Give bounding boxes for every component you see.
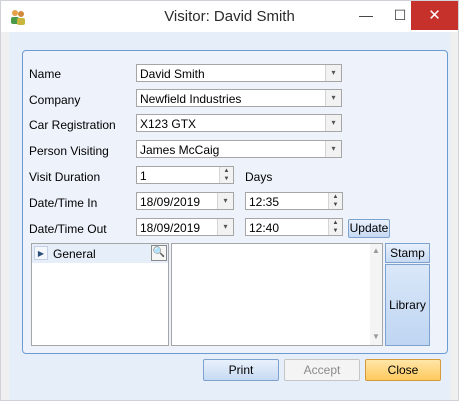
print-button[interactable]: Print — [203, 359, 279, 381]
car-registration-dropdown-icon[interactable]: ▾ — [325, 115, 341, 131]
spin-up-icon[interactable]: ▲ — [329, 219, 342, 227]
visit-duration-unit: Days — [245, 170, 273, 184]
library-button[interactable]: Library — [385, 264, 430, 346]
person-visiting-value: James McCaig — [140, 143, 220, 157]
date-in-picker[interactable]: 18/09/2019 ▾ — [136, 192, 234, 210]
name-field[interactable]: David Smith ▾ — [136, 64, 342, 82]
company-label: Company — [29, 93, 81, 107]
person-visiting-dropdown-icon[interactable]: ▾ — [325, 141, 341, 157]
company-field[interactable]: Newfield Industries ▾ — [136, 89, 342, 107]
spin-up-icon[interactable]: ▲ — [220, 167, 233, 175]
name-dropdown-icon[interactable]: ▾ — [325, 65, 341, 81]
name-value: David Smith — [140, 67, 205, 81]
time-out-stepper[interactable]: 12:40 ▲ ▼ — [245, 218, 343, 236]
datetime-out-label: Date/Time Out — [29, 222, 107, 236]
spin-down-icon[interactable]: ▼ — [220, 175, 233, 183]
company-dropdown-icon[interactable]: ▾ — [325, 90, 341, 106]
title-bar: Visitor: David Smith — ☐ ✕ — [1, 1, 458, 32]
notes-area[interactable]: ▲ ▼ — [171, 243, 383, 346]
name-label: Name — [29, 67, 62, 81]
time-out-value: 12:40 — [249, 221, 280, 235]
time-out-arrows[interactable]: ▲ ▼ — [328, 219, 342, 235]
visit-duration-value: 1 — [140, 169, 147, 183]
close-button[interactable]: Close — [365, 359, 441, 381]
time-in-stepper[interactable]: 12:35 ▲ ▼ — [245, 192, 343, 210]
car-registration-value: X123 GTX — [140, 117, 197, 131]
person-visiting-field[interactable]: James McCaig ▾ — [136, 140, 342, 158]
date-in-dropdown-icon[interactable]: ▾ — [217, 193, 233, 209]
date-out-dropdown-icon[interactable]: ▾ — [217, 219, 233, 235]
spin-down-icon[interactable]: ▼ — [329, 201, 342, 209]
date-out-picker[interactable]: 18/09/2019 ▾ — [136, 218, 234, 236]
person-visiting-label: Person Visiting — [29, 144, 109, 158]
visitor-window: Visitor: David Smith — ☐ ✕ Name David Sm… — [0, 0, 459, 401]
company-value: Newfield Industries — [140, 92, 242, 106]
property-tree-panel[interactable]: ▶ General 🔍 — [31, 243, 169, 346]
spin-up-icon[interactable]: ▲ — [329, 193, 342, 201]
tree-header-label: General — [53, 247, 96, 261]
close-window-button[interactable]: ✕ — [411, 1, 458, 30]
accept-button[interactable]: Accept — [284, 359, 360, 381]
scroll-up-icon[interactable]: ▲ — [370, 246, 382, 255]
datetime-in-label: Date/Time In — [29, 196, 98, 210]
date-in-value: 18/09/2019 — [140, 195, 201, 209]
car-registration-label: Car Registration — [29, 118, 116, 132]
stamp-button[interactable]: Stamp — [385, 243, 430, 263]
visit-duration-arrows[interactable]: ▲ ▼ — [219, 167, 233, 183]
time-in-arrows[interactable]: ▲ ▼ — [328, 193, 342, 209]
date-out-value: 18/09/2019 — [140, 221, 201, 235]
visit-duration-label: Visit Duration — [29, 170, 101, 184]
spin-down-icon[interactable]: ▼ — [329, 227, 342, 235]
expand-arrow-icon[interactable]: ▶ — [34, 246, 48, 260]
scroll-down-icon[interactable]: ▼ — [370, 332, 382, 341]
notes-scrollbar[interactable]: ▲ ▼ — [370, 244, 382, 345]
time-in-value: 12:35 — [249, 195, 280, 209]
visit-duration-stepper[interactable]: 1 ▲ ▼ — [136, 166, 234, 184]
tree-header: ▶ General 🔍 — [32, 244, 168, 263]
zoom-icon[interactable]: 🔍 — [151, 245, 167, 261]
update-button[interactable]: Update — [348, 219, 390, 238]
car-registration-field[interactable]: X123 GTX ▾ — [136, 114, 342, 132]
